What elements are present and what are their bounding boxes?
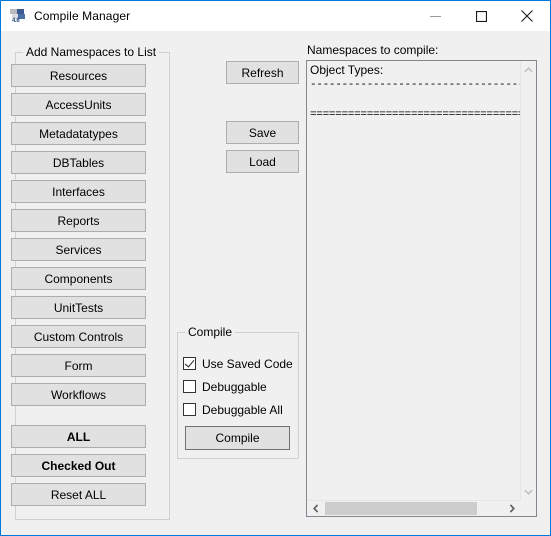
dotnet-framework-icon: 4.6 bbox=[10, 8, 26, 24]
namespace-button-metadatatypes[interactable]: Metadatatypes bbox=[11, 122, 146, 145]
horizontal-scrollbar-thumb[interactable] bbox=[325, 502, 477, 515]
scroll-down-button[interactable] bbox=[521, 483, 536, 500]
chevron-left-icon bbox=[312, 504, 319, 513]
compile-button[interactable]: Compile bbox=[185, 426, 290, 450]
icon-version-label: 4.6 bbox=[12, 18, 20, 24]
window-title: Compile Manager bbox=[34, 9, 131, 23]
checkbox-box-checked[interactable] bbox=[183, 357, 196, 370]
namespace-button-reset-all[interactable]: Reset ALL bbox=[11, 483, 146, 506]
checkbox-label: Use Saved Code bbox=[202, 356, 293, 371]
namespaces-to-compile-listbox[interactable]: Object Types: --------------------------… bbox=[306, 60, 537, 517]
chevron-right-icon bbox=[509, 504, 515, 513]
checkbox-debuggable[interactable]: Debuggable bbox=[183, 378, 267, 395]
namespace-button-custom-controls[interactable]: Custom Controls bbox=[11, 325, 146, 348]
refresh-button[interactable]: Refresh bbox=[226, 61, 299, 84]
compile-manager-window: 4.6 Compile Manager Add Namespaces to Li… bbox=[0, 0, 551, 536]
namespace-button-accessunits[interactable]: AccessUnits bbox=[11, 93, 146, 116]
maximize-button[interactable] bbox=[458, 1, 504, 31]
namespace-button-checked-out[interactable]: Checked Out bbox=[11, 454, 146, 477]
minimize-button[interactable] bbox=[412, 1, 458, 31]
namespace-button-services[interactable]: Services bbox=[11, 238, 146, 261]
scroll-up-button[interactable] bbox=[521, 61, 536, 78]
close-icon bbox=[521, 10, 533, 22]
save-button[interactable]: Save bbox=[226, 121, 299, 144]
chevron-up-icon bbox=[524, 66, 533, 73]
namespace-button-unittests[interactable]: UnitTests bbox=[11, 296, 146, 319]
namespace-button-form[interactable]: Form bbox=[11, 354, 146, 377]
scrollbar-corner bbox=[520, 500, 536, 516]
maximize-icon bbox=[475, 10, 487, 22]
checkbox-box[interactable] bbox=[183, 403, 196, 416]
minimize-icon bbox=[429, 11, 441, 22]
namespace-button-dbtables[interactable]: DBTables bbox=[11, 151, 146, 174]
listbox-content[interactable]: Object Types: --------------------------… bbox=[307, 61, 520, 500]
list-item[interactable]: Object Types: bbox=[310, 63, 520, 78]
namespace-button-all[interactable]: ALL bbox=[11, 425, 146, 448]
add-namespaces-group-legend: Add Namespaces to List bbox=[23, 45, 160, 59]
checkbox-debuggable-all[interactable]: Debuggable All bbox=[183, 401, 283, 418]
chevron-down-icon bbox=[524, 489, 533, 495]
vertical-scrollbar[interactable] bbox=[520, 61, 536, 500]
namespace-button-resources[interactable]: Resources bbox=[11, 64, 146, 87]
checkbox-label: Debuggable bbox=[202, 379, 267, 394]
horizontal-scrollbar[interactable] bbox=[307, 500, 520, 516]
compile-group-legend: Compile bbox=[185, 325, 236, 339]
checkbox-box[interactable] bbox=[183, 380, 196, 393]
namespace-button-workflows[interactable]: Workflows bbox=[11, 383, 146, 406]
namespaces-to-compile-label: Namespaces to compile: bbox=[307, 43, 439, 57]
namespace-button-components[interactable]: Components bbox=[11, 267, 146, 290]
list-item[interactable]: ----------------------------------- bbox=[310, 78, 520, 93]
close-button[interactable] bbox=[504, 1, 550, 31]
namespace-button-reports[interactable]: Reports bbox=[11, 209, 146, 232]
namespace-button-interfaces[interactable]: Interfaces bbox=[11, 180, 146, 203]
list-item[interactable] bbox=[310, 93, 520, 108]
checkbox-label: Debuggable All bbox=[202, 402, 283, 417]
load-button[interactable]: Load bbox=[226, 150, 299, 173]
list-item[interactable]: ========================================… bbox=[310, 108, 520, 123]
scroll-right-button[interactable] bbox=[503, 501, 520, 516]
title-bar[interactable]: 4.6 Compile Manager bbox=[1, 1, 550, 31]
scroll-left-button[interactable] bbox=[307, 501, 324, 516]
checkbox-use-saved-code[interactable]: Use Saved Code bbox=[183, 355, 293, 372]
